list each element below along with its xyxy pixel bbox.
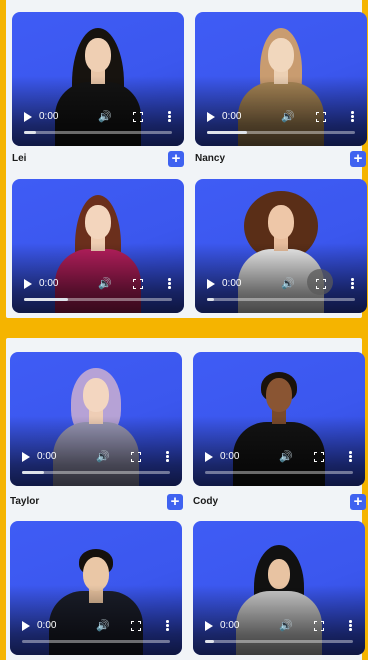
avatar-panel-top: 0:00 🔊 0:00 🔊 Lei + Nancy + 0:00 🔊 0:00 … bbox=[6, 0, 367, 318]
avatar-label-row: Cody + bbox=[193, 494, 366, 512]
play-icon[interactable] bbox=[205, 621, 213, 631]
video-time: 0:00 bbox=[222, 278, 242, 289]
volume-icon[interactable]: 🔊 bbox=[281, 110, 295, 124]
play-icon[interactable] bbox=[22, 452, 30, 462]
add-avatar-button[interactable]: + bbox=[167, 494, 183, 510]
volume-icon[interactable]: 🔊 bbox=[96, 450, 110, 464]
fullscreen-icon[interactable] bbox=[133, 279, 143, 289]
volume-icon[interactable]: 🔊 bbox=[279, 619, 293, 633]
fullscreen-icon[interactable] bbox=[131, 621, 141, 631]
progress-track[interactable] bbox=[205, 471, 353, 474]
video-card[interactable]: 0:00 🔊 bbox=[195, 179, 367, 313]
video-controls: 0:00 🔊 bbox=[195, 269, 367, 313]
more-options-icon[interactable] bbox=[168, 278, 171, 290]
progress-track[interactable] bbox=[22, 471, 170, 474]
video-card-cody[interactable]: 0:00 🔊 bbox=[193, 352, 365, 486]
video-time: 0:00 bbox=[220, 620, 240, 631]
play-icon[interactable] bbox=[24, 279, 32, 289]
video-time: 0:00 bbox=[220, 451, 240, 462]
avatar-label-row: Lei + bbox=[12, 151, 184, 169]
add-avatar-button[interactable]: + bbox=[350, 494, 366, 510]
play-icon[interactable] bbox=[24, 112, 32, 122]
video-controls: 0:00 🔊 bbox=[195, 102, 367, 146]
volume-icon[interactable]: 🔊 bbox=[98, 277, 112, 291]
fullscreen-icon[interactable] bbox=[314, 452, 324, 462]
video-time: 0:00 bbox=[39, 278, 59, 289]
more-options-icon[interactable] bbox=[168, 111, 171, 123]
progress-track[interactable] bbox=[22, 640, 170, 643]
avatar-label-row: Taylor + bbox=[10, 494, 183, 512]
video-controls: 0:00 🔊 bbox=[12, 102, 184, 146]
video-time: 0:00 bbox=[222, 111, 242, 122]
add-avatar-button[interactable]: + bbox=[350, 151, 366, 167]
more-options-icon[interactable] bbox=[166, 451, 169, 463]
video-controls: 0:00 🔊 bbox=[193, 611, 365, 655]
video-time: 0:00 bbox=[37, 620, 57, 631]
more-options-icon[interactable] bbox=[349, 451, 352, 463]
more-options-icon[interactable] bbox=[166, 620, 169, 632]
video-card-taylor[interactable]: 0:00 🔊 bbox=[10, 352, 182, 486]
progress-track[interactable] bbox=[207, 298, 355, 301]
video-time: 0:00 bbox=[39, 111, 59, 122]
video-time: 0:00 bbox=[37, 451, 57, 462]
fullscreen-icon[interactable] bbox=[316, 279, 326, 289]
more-options-icon[interactable] bbox=[351, 278, 354, 290]
play-icon[interactable] bbox=[207, 112, 215, 122]
avatar-name: Taylor bbox=[10, 496, 40, 507]
fullscreen-icon[interactable] bbox=[133, 112, 143, 122]
avatar-name: Lei bbox=[12, 153, 27, 164]
more-options-icon[interactable] bbox=[349, 620, 352, 632]
video-controls: 0:00 🔊 bbox=[193, 442, 365, 486]
avatar-name: Cody bbox=[193, 496, 218, 507]
video-card-lei[interactable]: 0:00 🔊 bbox=[12, 12, 184, 146]
progress-track[interactable] bbox=[207, 131, 355, 134]
video-controls: 0:00 🔊 bbox=[10, 611, 182, 655]
video-card[interactable]: 0:00 🔊 bbox=[12, 179, 184, 313]
progress-track[interactable] bbox=[205, 640, 353, 643]
avatar-label-row: Nancy + bbox=[195, 151, 367, 169]
video-card-nancy[interactable]: 0:00 🔊 bbox=[195, 12, 367, 146]
video-card[interactable]: 0:00 🔊 bbox=[193, 521, 365, 655]
video-controls: 0:00 🔊 bbox=[12, 269, 184, 313]
fullscreen-icon[interactable] bbox=[314, 621, 324, 631]
volume-icon[interactable]: 🔊 bbox=[96, 619, 110, 633]
fullscreen-icon[interactable] bbox=[316, 112, 326, 122]
avatar-panel-bottom: 0:00 🔊 0:00 🔊 Taylor + Cody + 0:00 🔊 0:0… bbox=[6, 338, 366, 660]
progress-track[interactable] bbox=[24, 131, 172, 134]
volume-icon[interactable]: 🔊 bbox=[279, 450, 293, 464]
avatar-name: Nancy bbox=[195, 153, 226, 164]
play-icon[interactable] bbox=[22, 621, 30, 631]
play-icon[interactable] bbox=[207, 279, 215, 289]
more-options-icon[interactable] bbox=[351, 111, 354, 123]
volume-icon[interactable]: 🔊 bbox=[98, 110, 112, 124]
play-icon[interactable] bbox=[205, 452, 213, 462]
video-card[interactable]: 0:00 🔊 bbox=[10, 521, 182, 655]
volume-icon[interactable]: 🔊 bbox=[281, 277, 295, 291]
fullscreen-icon[interactable] bbox=[131, 452, 141, 462]
progress-track[interactable] bbox=[24, 298, 172, 301]
video-controls: 0:00 🔊 bbox=[10, 442, 182, 486]
add-avatar-button[interactable]: + bbox=[168, 151, 184, 167]
